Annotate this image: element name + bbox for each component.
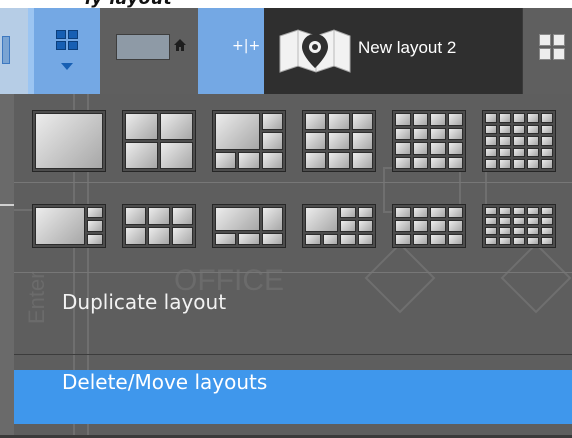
map-pin-icon xyxy=(279,29,351,73)
layout-thumbnail xyxy=(116,34,170,60)
layouts-menu-button[interactable] xyxy=(28,8,100,94)
tab-label: New layout 2 xyxy=(358,38,457,57)
layout-option-2x2[interactable] xyxy=(122,110,196,172)
map-wall-line xyxy=(0,204,14,206)
layout-toolbar: +|+ New layout 2 xyxy=(0,8,572,94)
layout-option-5x5[interactable] xyxy=(482,110,556,172)
layout-option-3x2[interactable] xyxy=(122,204,196,248)
next-layout-button[interactable] xyxy=(522,8,572,94)
layout-option-mixed[interactable] xyxy=(302,204,376,248)
layout-grid-icon xyxy=(56,30,78,50)
layout-option-3plus4[interactable] xyxy=(212,110,286,172)
layout-grid-icon xyxy=(539,34,565,60)
menu-divider xyxy=(14,182,572,183)
expand-button[interactable]: +|+ xyxy=(198,8,264,94)
current-layout-button[interactable] xyxy=(100,8,198,94)
layout-option-4x3[interactable] xyxy=(392,204,466,248)
top-strip: ly layout xyxy=(0,0,572,8)
duplicate-layout-item[interactable]: Duplicate layout xyxy=(14,290,572,344)
clipped-title-text: ly layout xyxy=(85,0,172,8)
chevron-down-icon xyxy=(61,63,73,70)
menu-divider xyxy=(14,354,572,355)
layout-templates-row-2 xyxy=(14,186,572,266)
layout-option-5x4[interactable] xyxy=(482,204,556,248)
layouts-dropdown-menu: OFFICE Enter Duplicate layout Delete/Mov… xyxy=(14,94,572,438)
delete-move-layouts-item[interactable]: Delete/Move layouts xyxy=(14,370,572,424)
menu-divider xyxy=(14,272,572,273)
layout-option-4x4[interactable] xyxy=(392,110,466,172)
left-edge-button[interactable] xyxy=(0,8,28,94)
expand-icon: +|+ xyxy=(232,38,261,54)
layout-option-1x1[interactable] xyxy=(32,110,106,172)
map-canvas-edge xyxy=(0,94,14,438)
layout-templates-row-1 xyxy=(14,98,572,178)
panel-edge-icon xyxy=(2,36,10,64)
tab-new-layout-2[interactable]: New layout 2 xyxy=(264,8,522,94)
home-icon xyxy=(174,39,186,51)
layout-option-3x3[interactable] xyxy=(302,110,376,172)
layout-option-1plus3[interactable] xyxy=(32,204,106,248)
layout-option-2plus3[interactable] xyxy=(212,204,286,248)
screen: ly layout +|+ New l xyxy=(0,0,572,438)
